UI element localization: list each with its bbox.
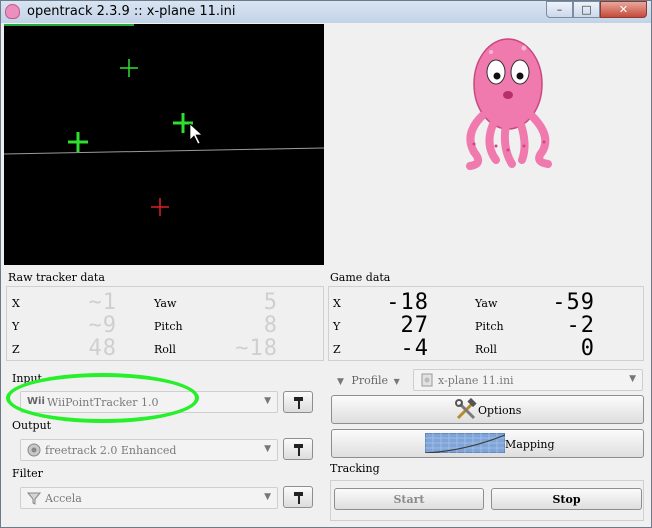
output-protocol-value: freetrack 2.0 Enhanced	[45, 444, 177, 457]
close-icon: ✕	[618, 3, 629, 16]
raw-roll-label: Roll	[154, 343, 176, 356]
mapping-button[interactable]: Mapping	[331, 429, 644, 458]
main-window: opentrack 2.3.9 :: x-plane 11.ini – □ ✕	[0, 0, 652, 528]
game-pitch-value: -2	[566, 313, 595, 338]
raw-tracker-title: Raw tracker data	[8, 271, 105, 284]
minimize-icon: –	[556, 3, 563, 16]
hammer-icon	[294, 492, 303, 504]
tools-icon	[455, 398, 477, 420]
profile-value: x-plane 11.ini	[438, 374, 514, 387]
raw-y-value: ~9	[88, 313, 117, 338]
raw-yaw-value: 5	[263, 290, 278, 315]
filter-select[interactable]: Accela ▼	[20, 487, 278, 509]
stop-button[interactable]: Stop	[491, 488, 642, 510]
raw-z-value: 48	[88, 336, 117, 361]
chevron-down-small-icon: ▼	[393, 377, 400, 386]
video-progress-bar	[4, 24, 134, 26]
hammer-icon	[294, 444, 303, 456]
raw-y-label: Y	[12, 320, 20, 333]
game-y-value: 27	[400, 313, 429, 338]
game-data-title: Game data	[330, 271, 391, 284]
game-x-label: X	[333, 297, 341, 310]
window-title: opentrack 2.3.9 :: x-plane 11.ini	[27, 4, 236, 19]
stop-label: Stop	[552, 493, 581, 506]
raw-z-label: Z	[12, 343, 20, 356]
options-button[interactable]: Options	[331, 395, 644, 424]
start-button[interactable]: Start	[334, 488, 484, 510]
raw-pitch-label: Pitch	[154, 320, 183, 333]
game-x-value: -18	[386, 290, 429, 315]
mapping-label: Mapping	[505, 438, 555, 451]
maximize-button[interactable]: □	[573, 1, 600, 18]
horizon-line	[4, 147, 324, 155]
pose-preview	[324, 24, 650, 265]
game-data-panel: X -18 Yaw -59 Y 27 Pitch -2 Z -4 Roll 0	[328, 286, 644, 361]
document-icon	[421, 373, 433, 387]
profile-select[interactable]: x-plane 11.ini ▼	[413, 369, 643, 391]
close-button[interactable]: ✕	[600, 1, 647, 18]
maximize-icon: □	[581, 3, 592, 16]
mouse-cursor-icon	[189, 123, 203, 145]
chevron-down-icon: ▼	[264, 444, 271, 454]
game-roll-value: 0	[580, 336, 595, 361]
title-bar[interactable]: opentrack 2.3.9 :: x-plane 11.ini – □ ✕	[1, 1, 651, 23]
tracking-label: Tracking	[330, 462, 380, 475]
output-protocol-select[interactable]: freetrack 2.0 Enhanced ▼	[20, 439, 278, 461]
output-settings-button[interactable]	[283, 438, 313, 460]
raw-pitch-value: 8	[263, 313, 278, 338]
octopus-icon	[466, 38, 552, 170]
chevron-down-icon: ▼	[629, 374, 636, 384]
raw-x-value: ~1	[88, 290, 117, 315]
raw-tracker-panel: X ~1 Yaw 5 Y ~9 Pitch 8 Z 48 Roll ~18	[6, 286, 324, 361]
output-label: Output	[12, 419, 52, 432]
game-pitch-label: Pitch	[475, 320, 504, 333]
marker-point-1	[120, 59, 138, 77]
tracking-panel: Start Stop	[330, 480, 644, 521]
game-roll-label: Roll	[475, 343, 497, 356]
chevron-down-icon: ▼	[264, 492, 271, 502]
filter-settings-button[interactable]	[283, 486, 313, 508]
tracker-video-view	[4, 24, 324, 265]
chevron-down-icon: ▼	[264, 396, 271, 406]
octopus-icon	[5, 4, 20, 19]
filter-label: Filter	[12, 467, 43, 480]
options-label: Options	[478, 404, 522, 417]
game-y-label: Y	[333, 320, 341, 333]
raw-roll-value: ~18	[235, 336, 278, 361]
hammer-icon	[294, 397, 303, 409]
center-marker	[151, 198, 169, 216]
input-highlight-circle	[6, 373, 199, 423]
game-yaw-value: -59	[552, 290, 595, 315]
profile-label: Profile	[351, 374, 389, 387]
chevron-down-icon: ▼	[337, 377, 344, 387]
raw-yaw-label: Yaw	[154, 297, 177, 310]
input-settings-button[interactable]	[283, 391, 313, 413]
game-z-value: -4	[400, 336, 429, 361]
filter-value: Accela	[45, 492, 82, 505]
minimize-button[interactable]: –	[546, 1, 573, 18]
freetrack-icon	[27, 443, 41, 457]
curve-graph-icon	[425, 433, 505, 453]
start-label: Start	[393, 493, 425, 506]
marker-point-3	[68, 132, 88, 152]
profile-menu[interactable]: ▼ Profile ▼	[337, 374, 400, 387]
game-yaw-label: Yaw	[475, 297, 498, 310]
tracker-overlay	[4, 59, 324, 216]
raw-x-label: X	[12, 297, 20, 310]
funnel-icon	[27, 492, 41, 505]
game-z-label: Z	[333, 343, 341, 356]
